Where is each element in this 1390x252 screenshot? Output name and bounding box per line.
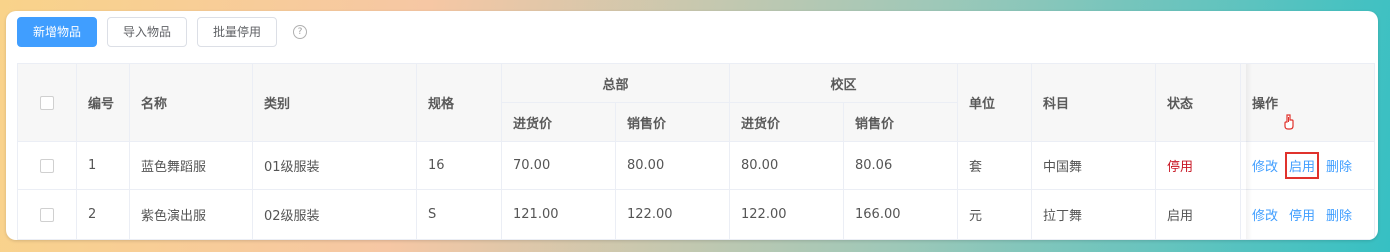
header-spec: 规格 [417,64,502,142]
row-2-hq-sale: 122.00 [616,190,730,239]
row-2-name: 紫色演出服 [130,190,253,239]
header-campus-purchase: 进货价 [730,103,844,142]
header-actions: 操作 [1241,64,1374,142]
row-1-id: 1 [77,142,130,190]
header-campus-group: 校区 [730,64,958,103]
header-subject: 科目 [1032,64,1156,142]
row-2-unit: 元 [958,190,1032,239]
header-hq-sale: 销售价 [616,103,730,142]
row-1-unit: 套 [958,142,1032,190]
add-item-button[interactable]: 新增物品 [17,17,97,47]
row-1-spec: 16 [417,142,502,190]
row-2-select-cell [18,190,77,239]
row-2-category: 02级服装 [253,190,417,239]
help-icon[interactable]: ? [293,25,307,39]
items-table: 编号 名称 类别 规格 总部 进货价 销售价 校区 进货价 销售价 单位 科目 … [17,63,1375,240]
row-2-id: 2 [77,190,130,239]
header-hq-purchase: 进货价 [502,103,616,142]
row-2-actions: 修改 停用 删除 [1241,190,1374,239]
row-2-edit-link[interactable]: 修改 [1252,205,1278,224]
row-1-actions: 修改 启用 删除 [1241,142,1374,190]
row-1-hq-purchase: 70.00 [502,142,616,190]
header-category: 类别 [253,64,417,142]
row-1-status: 停用 [1156,142,1241,190]
select-all-cell [18,64,77,142]
row-2-campus-sale: 166.00 [844,190,958,239]
row-1-campus-purchase: 80.00 [730,142,844,190]
row-2-subject: 拉丁舞 [1032,190,1156,239]
row-1-enable-link[interactable]: 启用 [1285,152,1320,179]
row-1-select-cell [18,142,77,190]
row-2-delete-link[interactable]: 删除 [1326,205,1352,224]
row-2-checkbox[interactable] [40,207,54,222]
header-hq-group: 总部 [502,64,730,103]
row-1-category: 01级服装 [253,142,417,190]
import-items-button[interactable]: 导入物品 [107,17,187,47]
row-1-name: 蓝色舞蹈服 [130,142,253,190]
hand-pointer-icon [1284,114,1294,130]
header-status: 状态 [1156,64,1241,142]
header-campus-sale: 销售价 [844,103,958,142]
row-1-edit-link[interactable]: 修改 [1252,156,1278,175]
fixed-column-shadow [1246,64,1252,239]
row-1-hq-sale: 80.00 [616,142,730,190]
row-2-spec: S [417,190,502,239]
row-2-campus-purchase: 122.00 [730,190,844,239]
select-all-checkbox[interactable] [40,95,54,110]
header-unit: 单位 [958,64,1032,142]
batch-disable-button[interactable]: 批量停用 [197,17,277,47]
header-id: 编号 [77,64,130,142]
row-2-disable-link[interactable]: 停用 [1289,205,1315,224]
header-name: 名称 [130,64,253,142]
row-1-campus-sale: 80.06 [844,142,958,190]
items-panel: 新增物品 导入物品 批量停用 ? 编号 名称 类别 规格 总部 进货价 销售价 … [6,11,1378,240]
row-1-delete-link[interactable]: 删除 [1326,156,1352,175]
row-1-checkbox[interactable] [40,158,54,173]
row-2-hq-purchase: 121.00 [502,190,616,239]
row-1-subject: 中国舞 [1032,142,1156,190]
row-2-status: 启用 [1156,190,1241,239]
